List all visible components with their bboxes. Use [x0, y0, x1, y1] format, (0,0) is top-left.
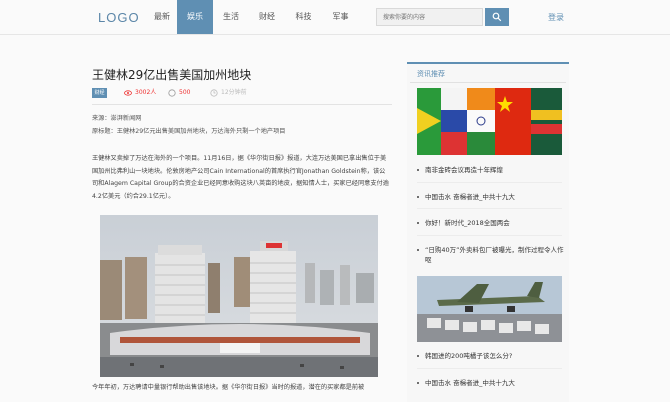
article-photo — [100, 215, 378, 377]
summary-line: 原标题：王健林29亿元出售美国加州地块，万达海外只剩一个地产项目 — [92, 128, 286, 135]
logo[interactable]: LOGO — [98, 10, 140, 25]
comment-icon — [168, 89, 176, 97]
sidebar-item[interactable]: 南非金砖会议再造十年辉煌 — [417, 165, 565, 175]
search-button[interactable] — [485, 8, 509, 26]
views-meta: 3002人 — [124, 88, 156, 98]
comments-count: 500 — [179, 89, 191, 96]
sidebar-separator — [417, 182, 562, 183]
time-meta: 12分钟前 — [210, 88, 247, 98]
aircraft-image[interactable] — [417, 276, 562, 342]
eye-icon — [124, 90, 132, 96]
nav-item-entertainment[interactable]: 娱乐 — [177, 0, 213, 34]
comments-meta: 500 — [168, 88, 190, 98]
login-link[interactable]: 登录 — [548, 12, 564, 23]
category-tag[interactable]: 财经 — [92, 88, 107, 98]
publish-time: 12分钟前 — [221, 89, 247, 96]
article-divider — [92, 104, 392, 105]
article-paragraph-1: 王健林又卖掉了万达在海外的一个项目。11月16日，据《华尔街日报》报道，大连万达… — [92, 155, 389, 200]
search-icon — [492, 12, 502, 22]
main-nav: 最新 娱乐 生活 财经 科技 军事 — [147, 0, 359, 34]
sidebar-item[interactable]: “日购40万”外卖料包厂被曝光，制作过程令人作呕 — [417, 245, 565, 265]
article-paragraph-2: 今年年初，万达聘请中量银行帮助出售该地块。据《华尔街日报》当时的报道，潜在的买家… — [92, 384, 365, 391]
sidebar-title-divider — [410, 82, 566, 83]
views-count: 3002人 — [135, 89, 157, 96]
nav-item-finance[interactable]: 财经 — [249, 0, 285, 34]
article-title: 王健林29亿出售美国加州地块 — [92, 68, 252, 82]
sidebar-item[interactable]: 中国击水 奋楫者进_中共十九大 — [417, 192, 565, 202]
sidebar-item[interactable]: 韩国进的200吨橘子该怎么分? — [417, 351, 565, 361]
sidebar-separator — [417, 235, 562, 236]
sidebar-separator — [417, 368, 562, 369]
nav-item-latest[interactable]: 最新 — [147, 0, 177, 34]
nav-item-tech[interactable]: 科技 — [285, 0, 322, 34]
nav-item-life[interactable]: 生活 — [213, 0, 249, 34]
search-input[interactable] — [376, 8, 483, 26]
nav-item-military[interactable]: 军事 — [322, 0, 359, 34]
sidebar-title: 资讯推荐 — [417, 70, 445, 78]
sidebar-separator — [417, 208, 562, 209]
sidebar-item[interactable]: 你好！新时代_2018全国两会 — [417, 218, 565, 228]
flags-image[interactable] — [417, 88, 562, 155]
clock-icon — [210, 89, 218, 97]
source-line: 来源：澎湃新闻网 — [92, 115, 142, 122]
sidebar-item[interactable]: 中国击水 奋楫者进_中共十九大 — [417, 378, 565, 388]
